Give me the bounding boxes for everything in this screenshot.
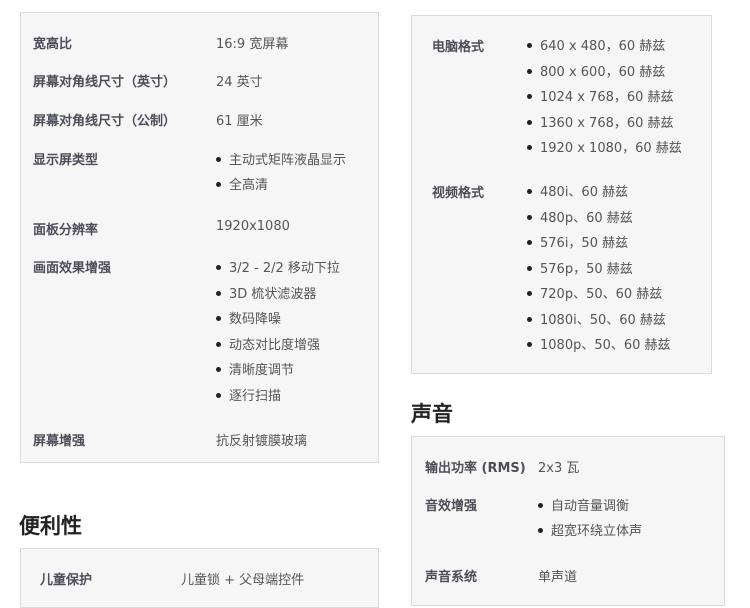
bullet-icon bbox=[527, 69, 532, 74]
bullet-icon bbox=[538, 528, 543, 533]
list-item: 800 x 600，60 赫兹 bbox=[527, 61, 665, 80]
list-item: 1080i、50、60 赫兹 bbox=[527, 309, 666, 328]
spec-label: 画面效果增强 bbox=[33, 261, 112, 276]
spec-value: 2x3 瓦 bbox=[538, 461, 580, 476]
spec-value: 儿童锁 + 父母端控件 bbox=[181, 573, 305, 588]
list-item: 动态对比度增强 bbox=[216, 334, 320, 353]
display-specs-panel: 宽高比 16:9 宽屏幕 屏幕对角线尺寸（英寸） 24 英寸 屏幕对角线尺寸（公… bbox=[20, 12, 379, 463]
spec-value: 16:9 宽屏幕 bbox=[216, 37, 289, 52]
list-item: 全高清 bbox=[216, 174, 268, 193]
bullet-icon bbox=[527, 342, 532, 347]
bullet-icon bbox=[527, 145, 532, 150]
bullet-icon bbox=[216, 265, 221, 270]
spec-label: 儿童保护 bbox=[40, 573, 93, 588]
bullet-icon bbox=[527, 189, 532, 194]
bullet-icon bbox=[527, 215, 532, 220]
bullet-icon bbox=[527, 94, 532, 99]
formats-panel: 电脑格式 640 x 480，60 赫兹 800 x 600，60 赫兹 102… bbox=[411, 15, 712, 374]
bullet-icon bbox=[527, 43, 532, 48]
bullet-icon bbox=[527, 317, 532, 322]
spec-value: 1920x1080 bbox=[216, 219, 290, 234]
spec-label: 声音系统 bbox=[425, 570, 478, 585]
bullet-icon bbox=[216, 367, 221, 372]
bullet-icon bbox=[538, 503, 543, 508]
bullet-icon bbox=[216, 157, 221, 162]
list-item: 720p、50、60 赫兹 bbox=[527, 283, 662, 302]
list-item: 清晰度调节 bbox=[216, 359, 294, 378]
bullet-icon bbox=[216, 393, 221, 398]
bullet-icon bbox=[216, 291, 221, 296]
list-item: 逐行扫描 bbox=[216, 385, 281, 404]
spec-label: 电脑格式 bbox=[432, 40, 485, 55]
bullet-icon bbox=[216, 342, 221, 347]
spec-value: 24 英寸 bbox=[216, 75, 263, 90]
list-item: 640 x 480，60 赫兹 bbox=[527, 35, 665, 54]
list-item: 超宽环绕立体声 bbox=[538, 520, 642, 539]
list-item: 1024 x 768，60 赫兹 bbox=[527, 86, 674, 105]
spec-value: 单声道 bbox=[538, 570, 578, 585]
spec-value: 抗反射镀膜玻璃 bbox=[216, 434, 308, 449]
convenience-panel: 儿童保护 儿童锁 + 父母端控件 bbox=[20, 548, 379, 608]
spec-label: 屏幕对角线尺寸（英寸） bbox=[33, 75, 177, 90]
spec-label: 屏幕对角线尺寸（公制） bbox=[33, 114, 177, 129]
spec-label: 屏幕增强 bbox=[33, 434, 86, 449]
bullet-icon bbox=[527, 291, 532, 296]
list-item: 576p，50 赫兹 bbox=[527, 258, 633, 277]
section-heading-convenience: 便利性 bbox=[19, 514, 82, 538]
list-item: 480i、60 赫兹 bbox=[527, 181, 628, 200]
list-item: 480p、60 赫兹 bbox=[527, 207, 633, 226]
list-item: 3D 梳状滤波器 bbox=[216, 283, 316, 302]
list-item: 1920 x 1080，60 赫兹 bbox=[527, 137, 682, 156]
bullet-icon bbox=[527, 240, 532, 245]
list-item: 1080p、50、60 赫兹 bbox=[527, 334, 671, 353]
spec-label: 宽高比 bbox=[33, 37, 73, 52]
spec-value: 61 厘米 bbox=[216, 114, 263, 129]
list-item: 1360 x 768，60 赫兹 bbox=[527, 112, 674, 131]
list-item: 自动音量调衡 bbox=[538, 495, 629, 514]
spec-label: 音效增强 bbox=[425, 499, 478, 514]
list-item: 3/2 - 2/2 移动下拉 bbox=[216, 257, 340, 276]
list-item: 576i，50 赫兹 bbox=[527, 232, 628, 251]
bullet-icon bbox=[527, 266, 532, 271]
bullet-icon bbox=[216, 316, 221, 321]
list-item: 主动式矩阵液晶显示 bbox=[216, 149, 346, 168]
spec-label: 面板分辨率 bbox=[33, 223, 99, 238]
spec-label: 输出功率 (RMS) bbox=[425, 461, 526, 476]
bullet-icon bbox=[216, 182, 221, 187]
spec-label: 视频格式 bbox=[432, 186, 485, 201]
bullet-icon bbox=[527, 120, 532, 125]
spec-label: 显示屏类型 bbox=[33, 153, 99, 168]
list-item: 数码降噪 bbox=[216, 308, 281, 327]
sound-panel: 输出功率 (RMS) 2x3 瓦 音效增强 自动音量调衡 超宽环绕立体声 声音系… bbox=[411, 436, 725, 606]
section-heading-sound: 声音 bbox=[411, 402, 453, 426]
